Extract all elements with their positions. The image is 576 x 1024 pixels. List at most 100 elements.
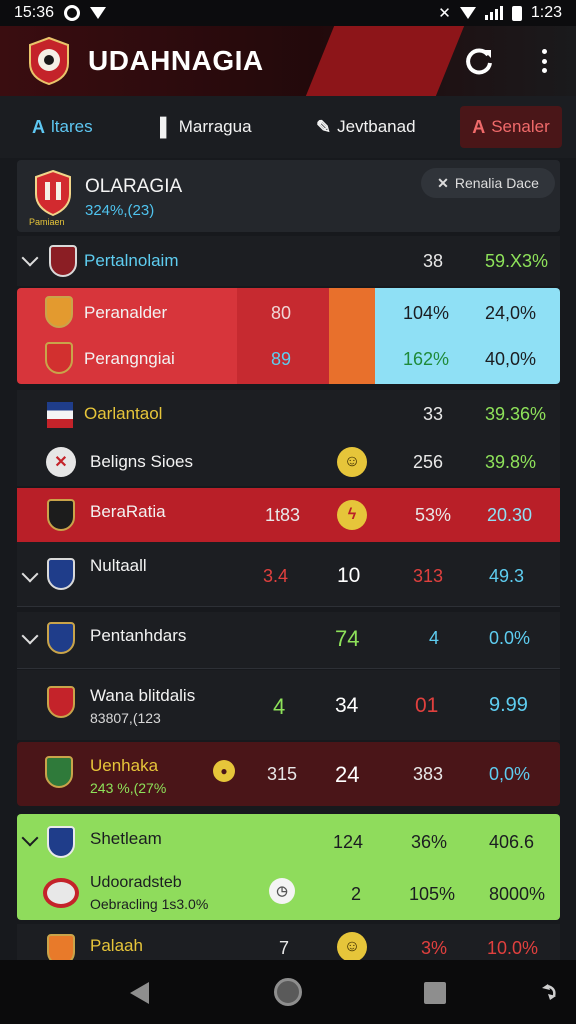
table-row[interactable]: Palaah 7 ☺ 3% 10.0% <box>17 924 560 960</box>
value-c: 8000% <box>489 884 546 904</box>
table-row[interactable]: Pentanhdars 74 4 0.0% <box>17 612 560 668</box>
team-name: Nultaall <box>90 556 147 575</box>
value-a: 80 <box>271 303 292 323</box>
value-b: 104% <box>403 303 450 323</box>
team-badge-icon <box>45 342 73 374</box>
value-c: 59.X3% <box>485 251 549 271</box>
team-logo-icon <box>43 878 79 908</box>
tab-ltares[interactable]: A ltares <box>32 110 93 144</box>
team-name: Perangngiai <box>84 349 175 368</box>
rank-button[interactable]: ✕ Renalia Dace <box>421 168 555 198</box>
value-a: 34 <box>335 694 359 717</box>
tab-marragua[interactable]: ▌ Marragua <box>160 110 252 144</box>
status-clock: 1:23 <box>530 4 562 21</box>
team-name: Beligns Sioes <box>90 452 194 471</box>
club-logo-icon <box>29 36 69 86</box>
value-c: 406.6 <box>489 832 535 852</box>
team-name: OLARAGIA <box>85 176 183 197</box>
tab-label: Marragua <box>178 117 252 136</box>
tab-senaler-icon: A <box>472 116 486 137</box>
tab-marragua-icon: ▌ <box>160 116 173 137</box>
tab-label: ltares <box>51 117 93 136</box>
value-c: 24,0% <box>485 303 537 323</box>
team-logo-icon: ✕ <box>46 447 76 477</box>
chevron-down-icon[interactable] <box>21 565 39 583</box>
home-icon[interactable] <box>274 978 302 1006</box>
value-a: 1t83 <box>265 505 301 525</box>
tab-jevtbanad[interactable]: ✎ Jevtbanad <box>316 110 416 144</box>
value-b: 4 <box>429 628 440 648</box>
team-name: Wana blitdalis <box>90 686 196 705</box>
smile-icon: ☺ <box>337 447 367 477</box>
table-row[interactable]: Oarlantaol 33 39.36% <box>17 390 560 438</box>
app-title: UDAHNAGIA <box>88 45 264 76</box>
table-row[interactable]: Uenhaka 243 %,(27% ● 315 24 383 0,0% <box>17 742 560 806</box>
team-name: Palaah <box>90 936 143 955</box>
value-0: 3.4 <box>263 566 289 586</box>
rotate-icon[interactable] <box>538 980 560 1004</box>
team-name: Peranalder <box>84 303 168 322</box>
value-a: 2 <box>351 884 362 904</box>
value-0: 315 <box>267 764 298 784</box>
team-crest-caption: Pamiaen <box>29 217 65 227</box>
table-row[interactable]: Perangngiai 89 162% 40,0% <box>17 336 560 384</box>
team-sub-stat: 83807,(123 <box>90 710 161 726</box>
value-c: 40,0% <box>485 349 537 369</box>
team-badge-icon <box>47 826 75 858</box>
chevron-down-icon[interactable] <box>21 627 39 645</box>
tab-label: Jevtbanad <box>337 117 416 136</box>
value-b: 36% <box>411 832 448 852</box>
table-row[interactable]: Udooradsteb Oebracling 1s3.0% ◷ 2 105% 8… <box>17 866 560 920</box>
table-row[interactable]: ✕ Beligns Sioes ☺ 256 39.8% <box>17 438 560 486</box>
tab-bar: A ltares ▌ Marragua ✎ Jevtbanad A Senale… <box>0 96 576 158</box>
chevron-down-icon[interactable] <box>21 249 39 267</box>
team-name: Pertalnolaim <box>84 251 179 270</box>
team-name: Oarlantaol <box>84 404 163 423</box>
team-name: Shetleam <box>90 829 162 848</box>
team-badge-icon <box>45 296 73 328</box>
table-row[interactable]: Nultaall 3.4 10 313 49.3 <box>17 542 560 606</box>
team-sub-stat: 243 %,(27% <box>90 780 167 796</box>
table-row[interactable]: Wana blitdalis 83807,(123 4 34 01 9.99 <box>17 670 560 740</box>
team-name: Uenhaka <box>90 756 159 775</box>
value-b: 53% <box>415 505 452 525</box>
tab-senaler[interactable]: A Senaler <box>460 106 562 148</box>
swap-icon: ✕ <box>437 174 449 191</box>
team-crest-icon <box>35 170 71 217</box>
clock-icon: ◷ <box>269 878 295 904</box>
value-a: 24 <box>335 762 360 787</box>
value-a: 7 <box>279 938 290 958</box>
team-badge-icon <box>47 622 75 654</box>
table-row[interactable]: Shetleam 124 36% 406.6 <box>17 814 560 866</box>
value-a: 124 <box>333 832 364 852</box>
more-options-icon[interactable] <box>530 46 558 76</box>
rank-button-label: Renalia Dace <box>454 175 539 191</box>
value-b: 3% <box>421 938 448 958</box>
wifi-icon <box>459 7 476 19</box>
signal-icon <box>484 6 503 20</box>
chevron-down-icon[interactable] <box>21 829 39 847</box>
value-c: 39.8% <box>485 452 537 472</box>
value-c: 20.30 <box>487 505 533 525</box>
value-b: 256 <box>413 452 444 472</box>
back-icon[interactable] <box>130 982 149 1004</box>
battery-icon <box>511 5 522 21</box>
value-b: 162% <box>403 349 450 369</box>
refresh-icon[interactable] <box>464 46 494 76</box>
team-badge-icon <box>45 756 73 788</box>
value-a: 74 <box>335 626 360 651</box>
table-row[interactable]: BeraRatia 1t83 ϟ 53% 20.30 <box>17 488 560 542</box>
recent-apps-icon[interactable] <box>424 982 446 1004</box>
table-row[interactable]: Pertalnolaim 38 59.X3% <box>17 236 560 286</box>
team-badge-icon <box>47 558 75 590</box>
value-b: 33 <box>423 404 444 424</box>
flag-icon <box>47 402 73 428</box>
team-badge-icon <box>49 245 77 277</box>
value-a: 10 <box>337 564 361 587</box>
team-name: BeraRatia <box>90 502 166 521</box>
table-row[interactable]: Peranalder 80 104% 24,0% <box>17 288 560 336</box>
value-a: 89 <box>271 349 292 369</box>
team-badge-icon <box>47 934 75 960</box>
notification-icon <box>64 5 81 21</box>
ball-icon: ● <box>213 760 235 782</box>
